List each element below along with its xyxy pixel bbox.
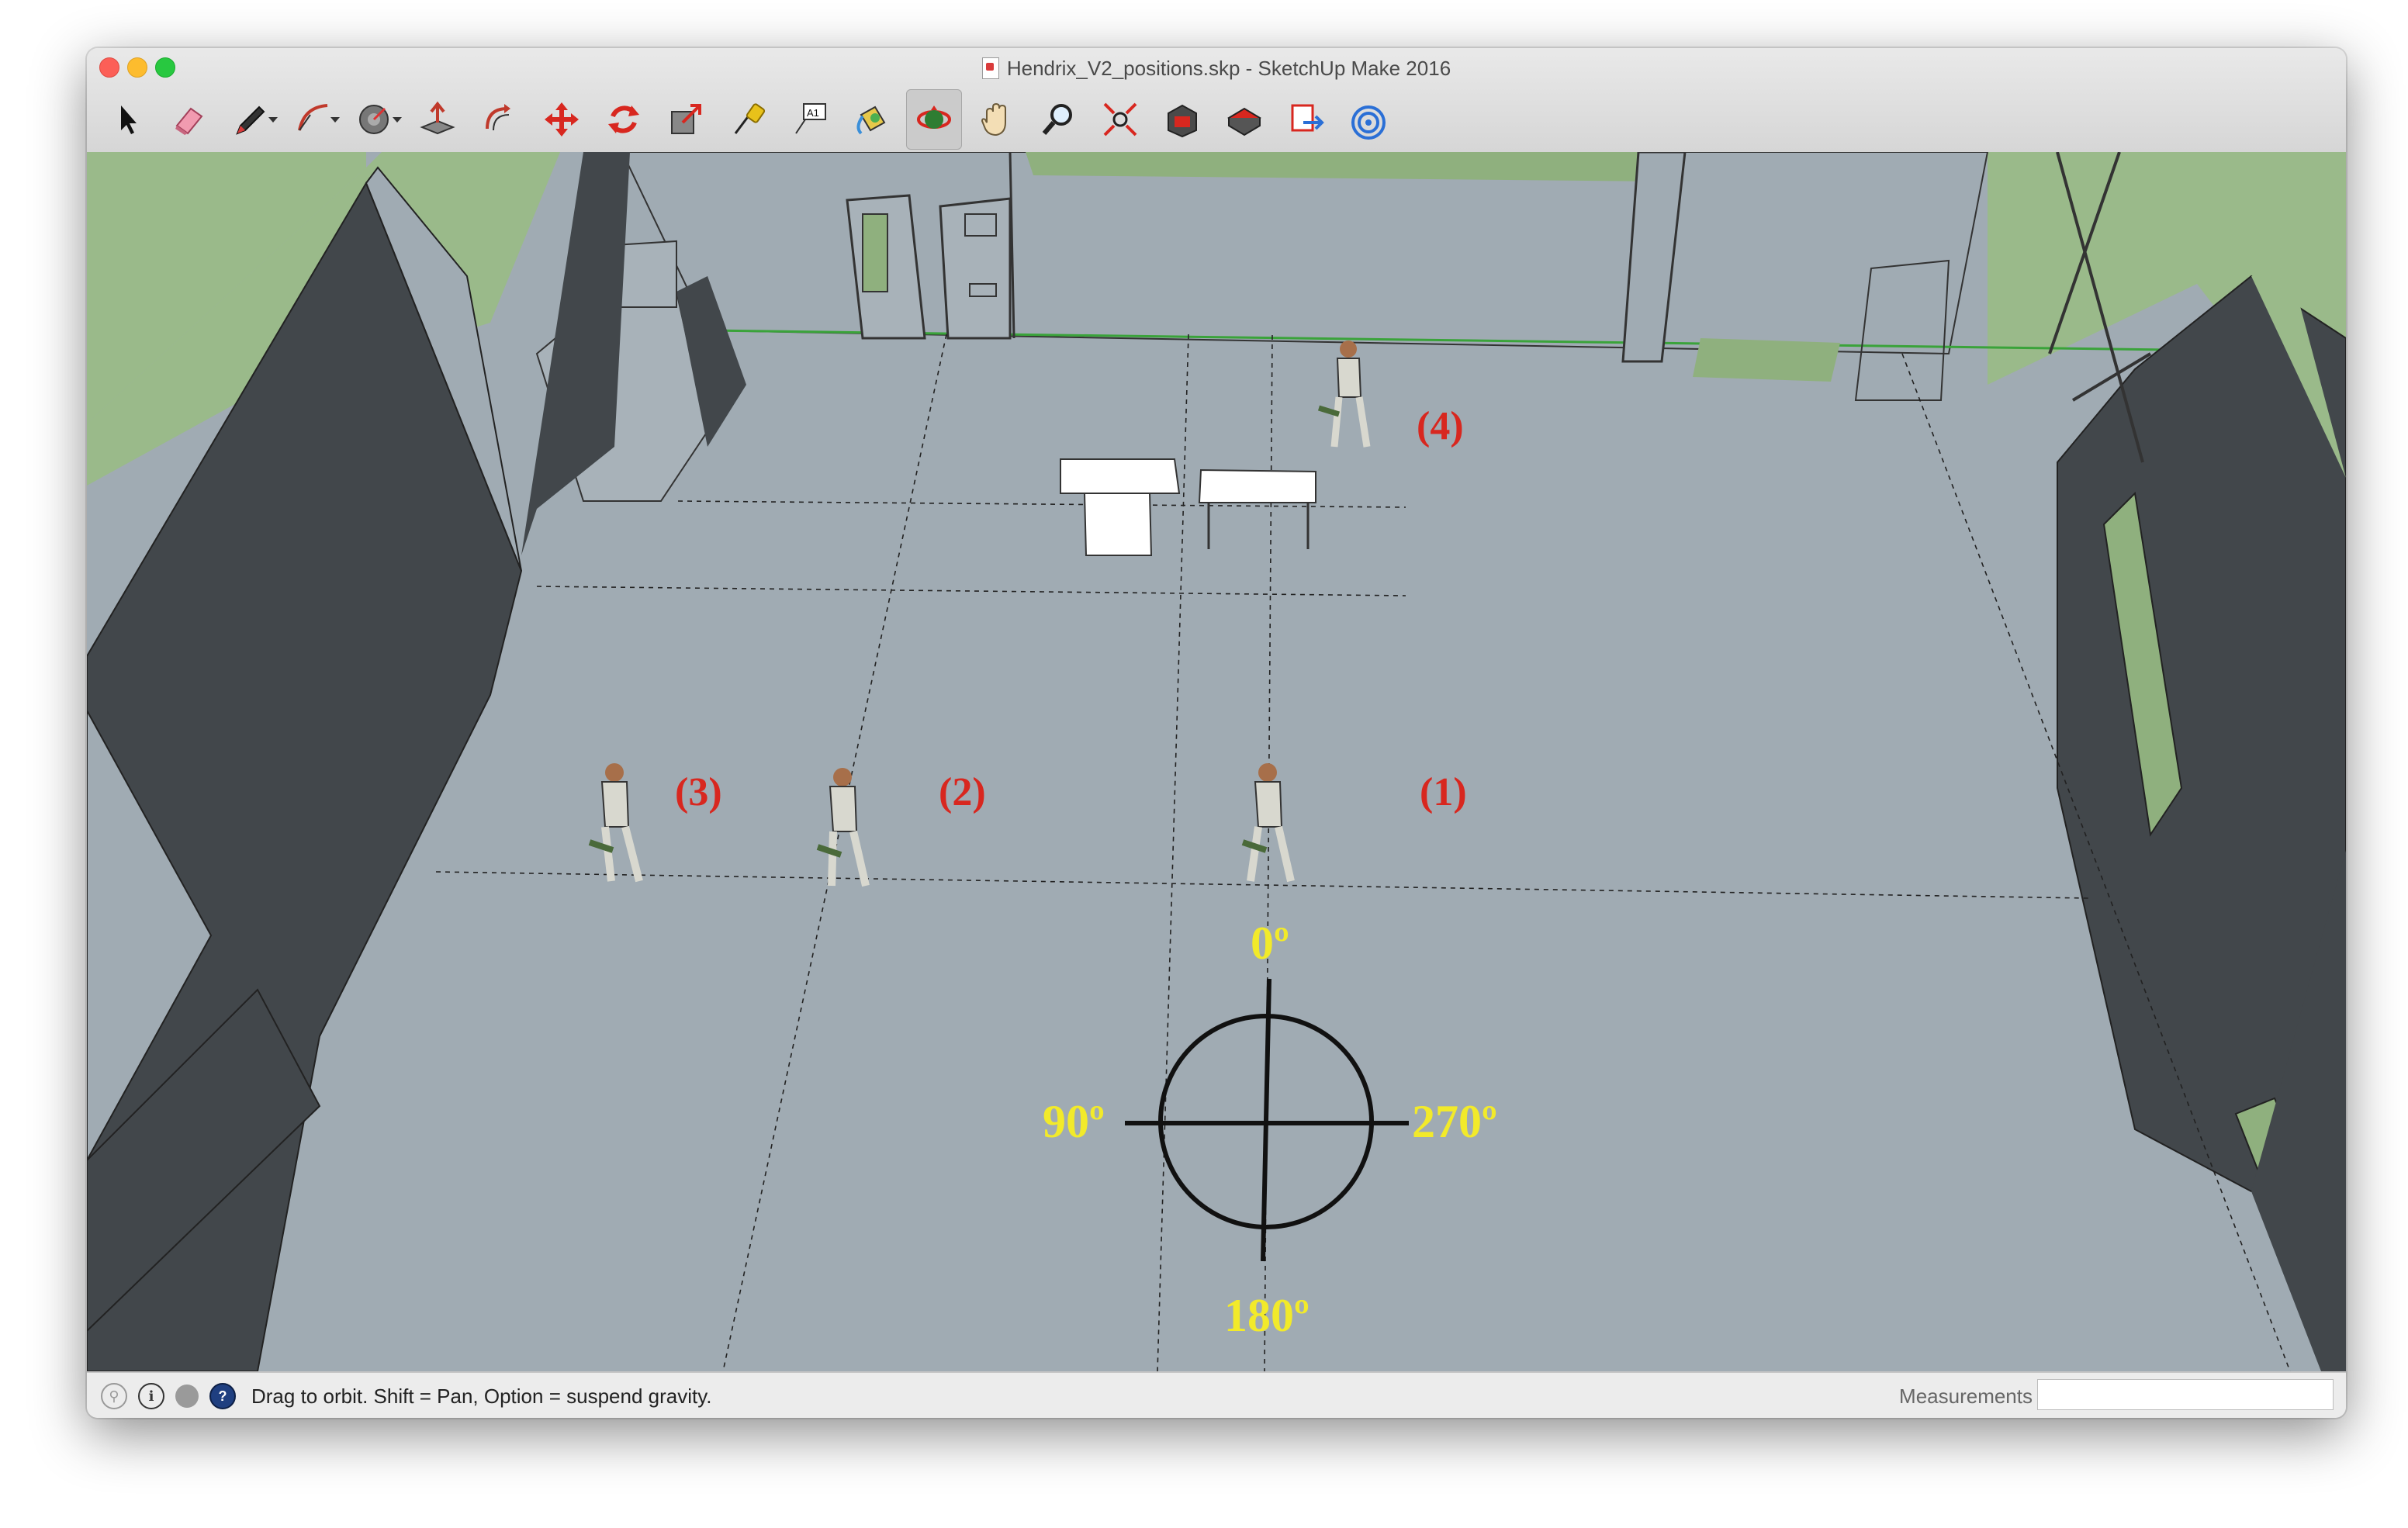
extension-manager-icon — [1351, 105, 1386, 140]
move-tool[interactable] — [534, 89, 590, 150]
compass-rose — [1125, 978, 1409, 1262]
scene-canvas: (1) (2) (3) (4) 0º 90º 270º 180º — [87, 152, 2346, 1371]
send-to-layout-icon — [1291, 104, 1324, 132]
compass-label-top: 0º — [1251, 918, 1289, 969]
svg-text:A1: A1 — [807, 107, 819, 119]
pan-hand-icon — [981, 102, 1006, 137]
eraser-icon — [175, 107, 203, 135]
model-viewport[interactable]: (1) (2) (3) (4) 0º 90º 270º 180º — [87, 152, 2346, 1371]
document-icon — [981, 57, 999, 79]
orbit-icon — [917, 105, 951, 129]
status-message: Drag to orbit. Shift = Pan, Option = sus… — [251, 1384, 712, 1408]
floor-mat — [1693, 338, 1840, 382]
extension-warehouse-tool[interactable] — [1216, 89, 1272, 150]
person-figure-4 — [1317, 341, 1371, 448]
help-icon[interactable]: ? — [209, 1383, 236, 1409]
geolocation-icon[interactable]: ⚲ — [101, 1383, 127, 1409]
select-arrow-icon — [121, 105, 137, 134]
select-tool[interactable] — [99, 89, 155, 150]
measurements-label: Measurements — [1899, 1384, 2033, 1408]
paint-bucket-icon — [856, 105, 886, 135]
eraser-tool[interactable] — [161, 89, 217, 150]
compass-label-right: 270º — [1412, 1096, 1497, 1147]
position-label-1: (1) — [1420, 770, 1467, 814]
window-title-wrap: Hendrix_V2_positions.skp - SketchUp Make… — [87, 54, 2346, 82]
offset-tool[interactable] — [472, 89, 528, 150]
compass-label-left: 90º — [1043, 1096, 1105, 1147]
position-label-4: (4) — [1417, 404, 1464, 448]
orbit-tool[interactable] — [906, 89, 962, 150]
table-one — [1060, 458, 1181, 494]
chevron-down-icon[interactable] — [393, 117, 402, 123]
main-toolbar: A1 — [99, 88, 1396, 150]
compass-label-bottom: 180º — [1224, 1290, 1310, 1341]
offset-icon — [486, 104, 510, 131]
window-title: Hendrix_V2_positions.skp - SketchUp Make… — [1006, 56, 1451, 80]
back-wall — [621, 152, 1989, 355]
shapes-circle-icon — [359, 105, 389, 134]
credits-icon[interactable]: ℹ — [138, 1383, 164, 1409]
shape-tool[interactable] — [348, 89, 403, 150]
chevron-down-icon[interactable] — [330, 117, 340, 123]
person-figure-2 — [816, 768, 870, 887]
push-pull-tool[interactable] — [410, 89, 465, 150]
door-right — [939, 197, 1012, 340]
tape-measure-tool[interactable] — [720, 89, 776, 150]
person-figure-3 — [588, 763, 643, 883]
push-pull-icon — [420, 101, 455, 135]
user-icon[interactable] — [175, 1385, 199, 1408]
floor-grid — [435, 334, 2291, 1371]
3d-warehouse-tool[interactable] — [1154, 89, 1210, 150]
paint-bucket-tool[interactable] — [844, 89, 900, 150]
rotate-icon — [608, 105, 639, 133]
position-label-3: (3) — [675, 770, 722, 814]
zoom-extents-tool[interactable] — [1092, 89, 1148, 150]
chevron-down-icon[interactable] — [268, 117, 278, 123]
extension-warehouse-icon — [1227, 107, 1261, 137]
title-bar: Hendrix_V2_positions.skp - SketchUp Make… — [87, 48, 2346, 154]
pan-tool[interactable] — [968, 89, 1024, 150]
warehouse-icon — [1168, 104, 1197, 138]
pencil-tool[interactable] — [223, 89, 279, 150]
pencil-icon — [236, 105, 265, 135]
zoom-magnifier-icon — [1042, 104, 1072, 135]
measurements-input[interactable] — [2037, 1379, 2334, 1410]
text-label-icon: A1 — [795, 103, 826, 134]
position-label-2: (2) — [939, 770, 986, 814]
tape-measure-icon — [734, 103, 766, 134]
door-window — [862, 213, 888, 292]
arc-tool[interactable] — [285, 89, 341, 150]
scale-icon — [671, 104, 701, 134]
status-bar: ⚲ ℹ ? Drag to orbit. Shift = Pan, Option… — [87, 1371, 2346, 1418]
scale-tool[interactable] — [658, 89, 714, 150]
layout-send-tool[interactable] — [1278, 89, 1334, 150]
move-arrows-icon — [545, 102, 579, 137]
zoom-extents-icon — [1103, 102, 1137, 137]
rotate-tool[interactable] — [596, 89, 652, 150]
table-two — [1198, 468, 1316, 503]
text-tool[interactable]: A1 — [782, 89, 838, 150]
table-one-base — [1083, 493, 1153, 556]
zoom-tool[interactable] — [1030, 89, 1086, 150]
arc-icon — [298, 104, 328, 131]
app-window: Hendrix_V2_positions.skp - SketchUp Make… — [87, 48, 2346, 1418]
extension-manager-tool[interactable] — [1341, 89, 1396, 150]
person-figure-1 — [1241, 763, 1295, 883]
